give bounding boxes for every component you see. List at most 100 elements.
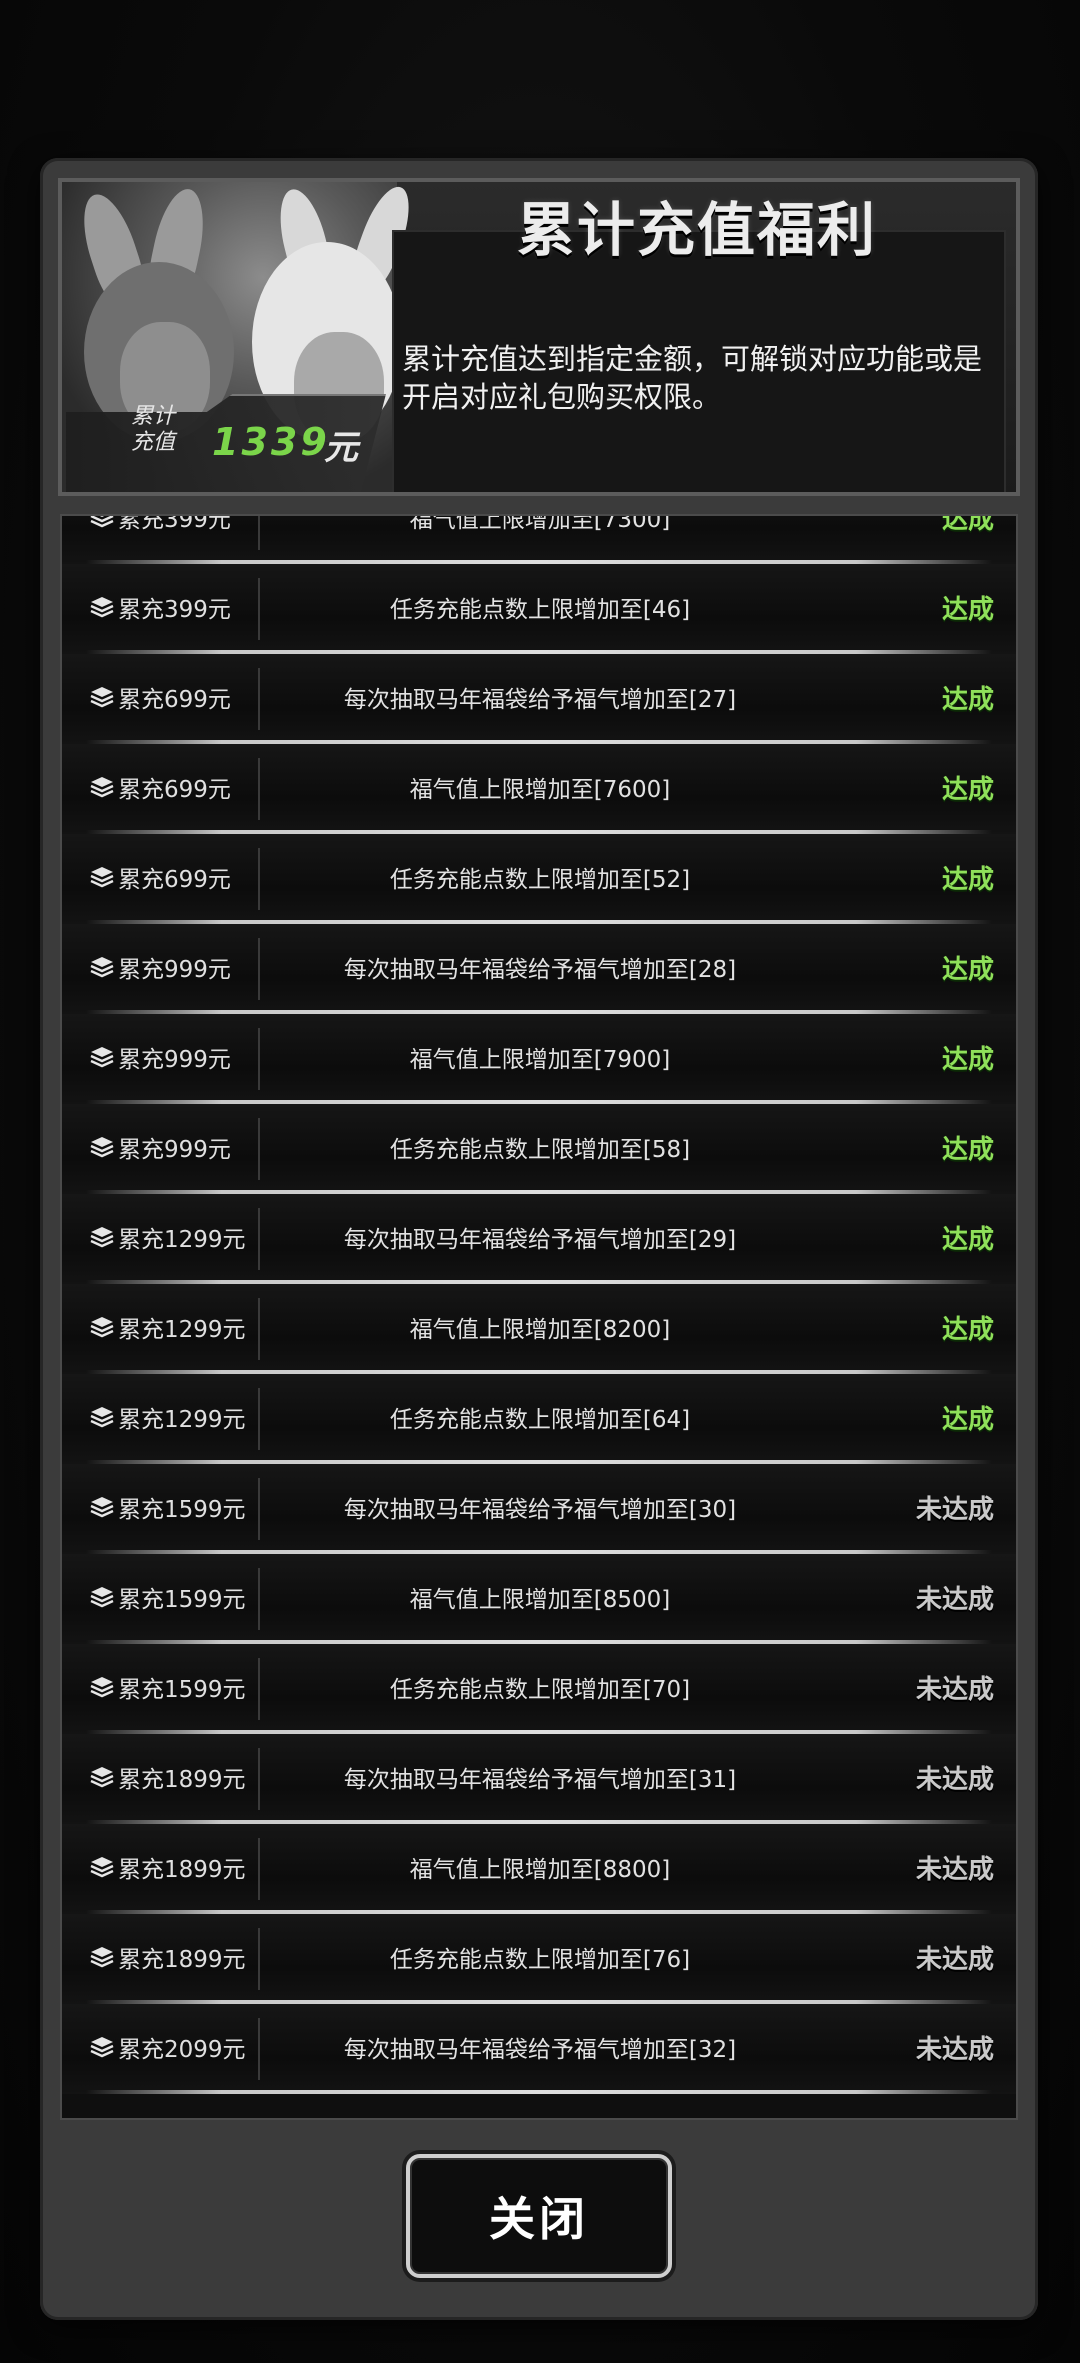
reward-row: 累充1899元 任务充能点数上限增加至[76] 未达成: [62, 1914, 1016, 2004]
requirement-text: 累充399元: [118, 514, 231, 533]
requirement-text: 累充2099元: [118, 2037, 246, 2063]
reward-row: 累充1599元 每次抽取马年福袋给予福气增加至[30] 未达成: [62, 1464, 1016, 1554]
dialog-title: 累计充值福利: [516, 196, 877, 264]
requirement-cell: 累充1899元: [90, 1734, 246, 1820]
status-not-achieved: 未达成: [915, 1944, 994, 1975]
reward-text: 每次抽取马年福袋给予福气增加至[30]: [343, 1497, 737, 1523]
column-divider: [258, 1028, 260, 1090]
requirement-text: 累充1899元: [118, 1947, 246, 1973]
cumulative-recharge-unit: 元: [324, 428, 358, 468]
close-button[interactable]: 关闭: [406, 2154, 672, 2278]
status-achieved: 达成: [941, 594, 994, 625]
status-achieved: 达成: [941, 514, 994, 535]
status-achieved: 达成: [941, 1224, 994, 1255]
reward-row: 累充1299元 任务充能点数上限增加至[64] 达成: [62, 1374, 1016, 1464]
requirement-cell: 累充999元: [90, 924, 231, 1010]
reward-text: 福气值上限增加至[7900]: [409, 1047, 671, 1073]
reward-row: 累充1599元 福气值上限增加至[8500] 未达成: [62, 1554, 1016, 1644]
reward-row: 累充699元 福气值上限增加至[7600] 达成: [62, 744, 1016, 834]
recharge-bonus-dialog: 累计 充值 1339 元 累计充值福利 累计充值达到指定金额，可解锁对应功能或是…: [40, 158, 1038, 2320]
reward-row: 累充399元 任务充能点数上限增加至[46] 达成: [62, 564, 1016, 654]
requirement-cell: 累充1599元: [90, 1464, 246, 1550]
column-divider: [258, 1568, 260, 1630]
requirement-text: 累充1899元: [118, 1857, 246, 1883]
reward-row: 累充999元 每次抽取马年福袋给予福气增加至[28] 达成: [62, 924, 1016, 1014]
requirement-text: 累充399元: [118, 597, 231, 623]
layers-icon: [90, 516, 114, 528]
layers-icon: [90, 1136, 114, 1158]
requirement-cell: 累充1599元: [90, 1554, 246, 1640]
reward-text: 任务充能点数上限增加至[46]: [389, 597, 691, 623]
cumulative-label-line1: 累计: [130, 404, 175, 429]
layers-icon: [90, 1226, 114, 1248]
cumulative-recharge-value: 1339: [212, 420, 330, 464]
status-not-achieved: 未达成: [915, 1584, 994, 1615]
character-portraits: 累计 充值 1339 元: [62, 182, 420, 492]
status-not-achieved: 未达成: [915, 1854, 994, 1885]
requirement-cell: 累充1299元: [90, 1374, 246, 1460]
reward-text: 每次抽取马年福袋给予福气增加至[27]: [343, 687, 737, 713]
reward-text: 福气值上限增加至[8800]: [409, 1857, 671, 1883]
column-divider: [258, 1838, 260, 1900]
requirement-cell: 累充1299元: [90, 1194, 246, 1280]
reward-text: 任务充能点数上限增加至[64]: [389, 1407, 691, 1433]
requirement-cell: 累充1899元: [90, 1824, 246, 1910]
status-not-achieved: 未达成: [915, 1674, 994, 1705]
requirement-text: 累充699元: [118, 687, 231, 713]
reward-row: 累充1599元 任务充能点数上限增加至[70] 未达成: [62, 1644, 1016, 1734]
reward-text: 任务充能点数上限增加至[70]: [389, 1677, 691, 1703]
column-divider: [258, 2018, 260, 2080]
reward-row: 累充2099元 每次抽取马年福袋给予福气增加至[32] 未达成: [62, 2004, 1016, 2094]
requirement-cell: 累充999元: [90, 1104, 231, 1190]
status-achieved: 达成: [941, 1044, 994, 1075]
reward-text: 每次抽取马年福袋给予福气增加至[31]: [343, 1767, 737, 1793]
reward-text: 任务充能点数上限增加至[58]: [389, 1137, 691, 1163]
reward-row: 累充999元 任务充能点数上限增加至[58] 达成: [62, 1104, 1016, 1194]
status-achieved: 达成: [941, 954, 994, 985]
reward-row: 累充1299元 福气值上限增加至[8200] 达成: [62, 1284, 1016, 1374]
reward-row: 累充999元 福气值上限增加至[7900] 达成: [62, 1014, 1016, 1104]
layers-icon: [90, 1946, 114, 1968]
cumulative-label-line2: 充值: [130, 430, 175, 455]
reward-row: 累充1899元 福气值上限增加至[8800] 未达成: [62, 1824, 1016, 1914]
reward-list[interactable]: 累充399元 福气值上限增加至[7300] 达成 累充399元 任务充能点数上限增加至[…: [60, 514, 1018, 2120]
status-achieved: 达成: [941, 1134, 994, 1165]
column-divider: [258, 1208, 260, 1270]
requirement-cell: 累充699元: [90, 744, 231, 830]
column-divider: [258, 938, 260, 1000]
dialog-description: 累计充值达到指定金额，可解锁对应功能或是开启对应礼包购买权限。: [402, 342, 983, 414]
requirement-cell: 累充399元: [90, 564, 231, 650]
column-divider: [258, 1748, 260, 1810]
requirement-cell: 累充999元: [90, 1014, 231, 1100]
reward-text: 福气值上限增加至[7600]: [409, 777, 671, 803]
reward-list-content: 累充399元 福气值上限增加至[7300] 达成 累充399元 任务充能点数上限增加至[…: [62, 514, 1016, 2094]
layers-icon: [90, 866, 114, 888]
reward-row: 累充1899元 每次抽取马年福袋给予福气增加至[31] 未达成: [62, 1734, 1016, 1824]
status-achieved: 达成: [941, 684, 994, 715]
requirement-cell: 累充699元: [90, 834, 231, 920]
layers-icon: [90, 1766, 114, 1788]
reward-text: 任务充能点数上限增加至[52]: [389, 867, 691, 893]
column-divider: [258, 1478, 260, 1540]
reward-row: 累充699元 每次抽取马年福袋给予福气增加至[27] 达成: [62, 654, 1016, 744]
requirement-text: 累充1599元: [118, 1677, 246, 1703]
column-divider: [258, 758, 260, 820]
status-not-achieved: 未达成: [915, 1764, 994, 1795]
dialog-header-banner: 累计 充值 1339 元 累计充值福利 累计充值达到指定金额，可解锁对应功能或是…: [58, 178, 1020, 496]
layers-icon: [90, 2036, 114, 2058]
reward-text: 每次抽取马年福袋给予福气增加至[32]: [343, 2037, 737, 2063]
layers-icon: [90, 1496, 114, 1518]
layers-icon: [90, 596, 114, 618]
requirement-text: 累充1599元: [118, 1497, 246, 1523]
requirement-text: 累充1599元: [118, 1587, 246, 1613]
requirement-text: 累充999元: [118, 1137, 231, 1163]
reward-text: 福气值上限增加至[7300]: [409, 514, 671, 533]
reward-row: 累充399元 福气值上限增加至[7300] 达成: [62, 514, 1016, 564]
column-divider: [258, 848, 260, 910]
status-achieved: 达成: [941, 1314, 994, 1345]
requirement-text: 累充699元: [118, 777, 231, 803]
column-divider: [258, 1658, 260, 1720]
layers-icon: [90, 1676, 114, 1698]
layers-icon: [90, 776, 114, 798]
column-divider: [258, 1298, 260, 1360]
